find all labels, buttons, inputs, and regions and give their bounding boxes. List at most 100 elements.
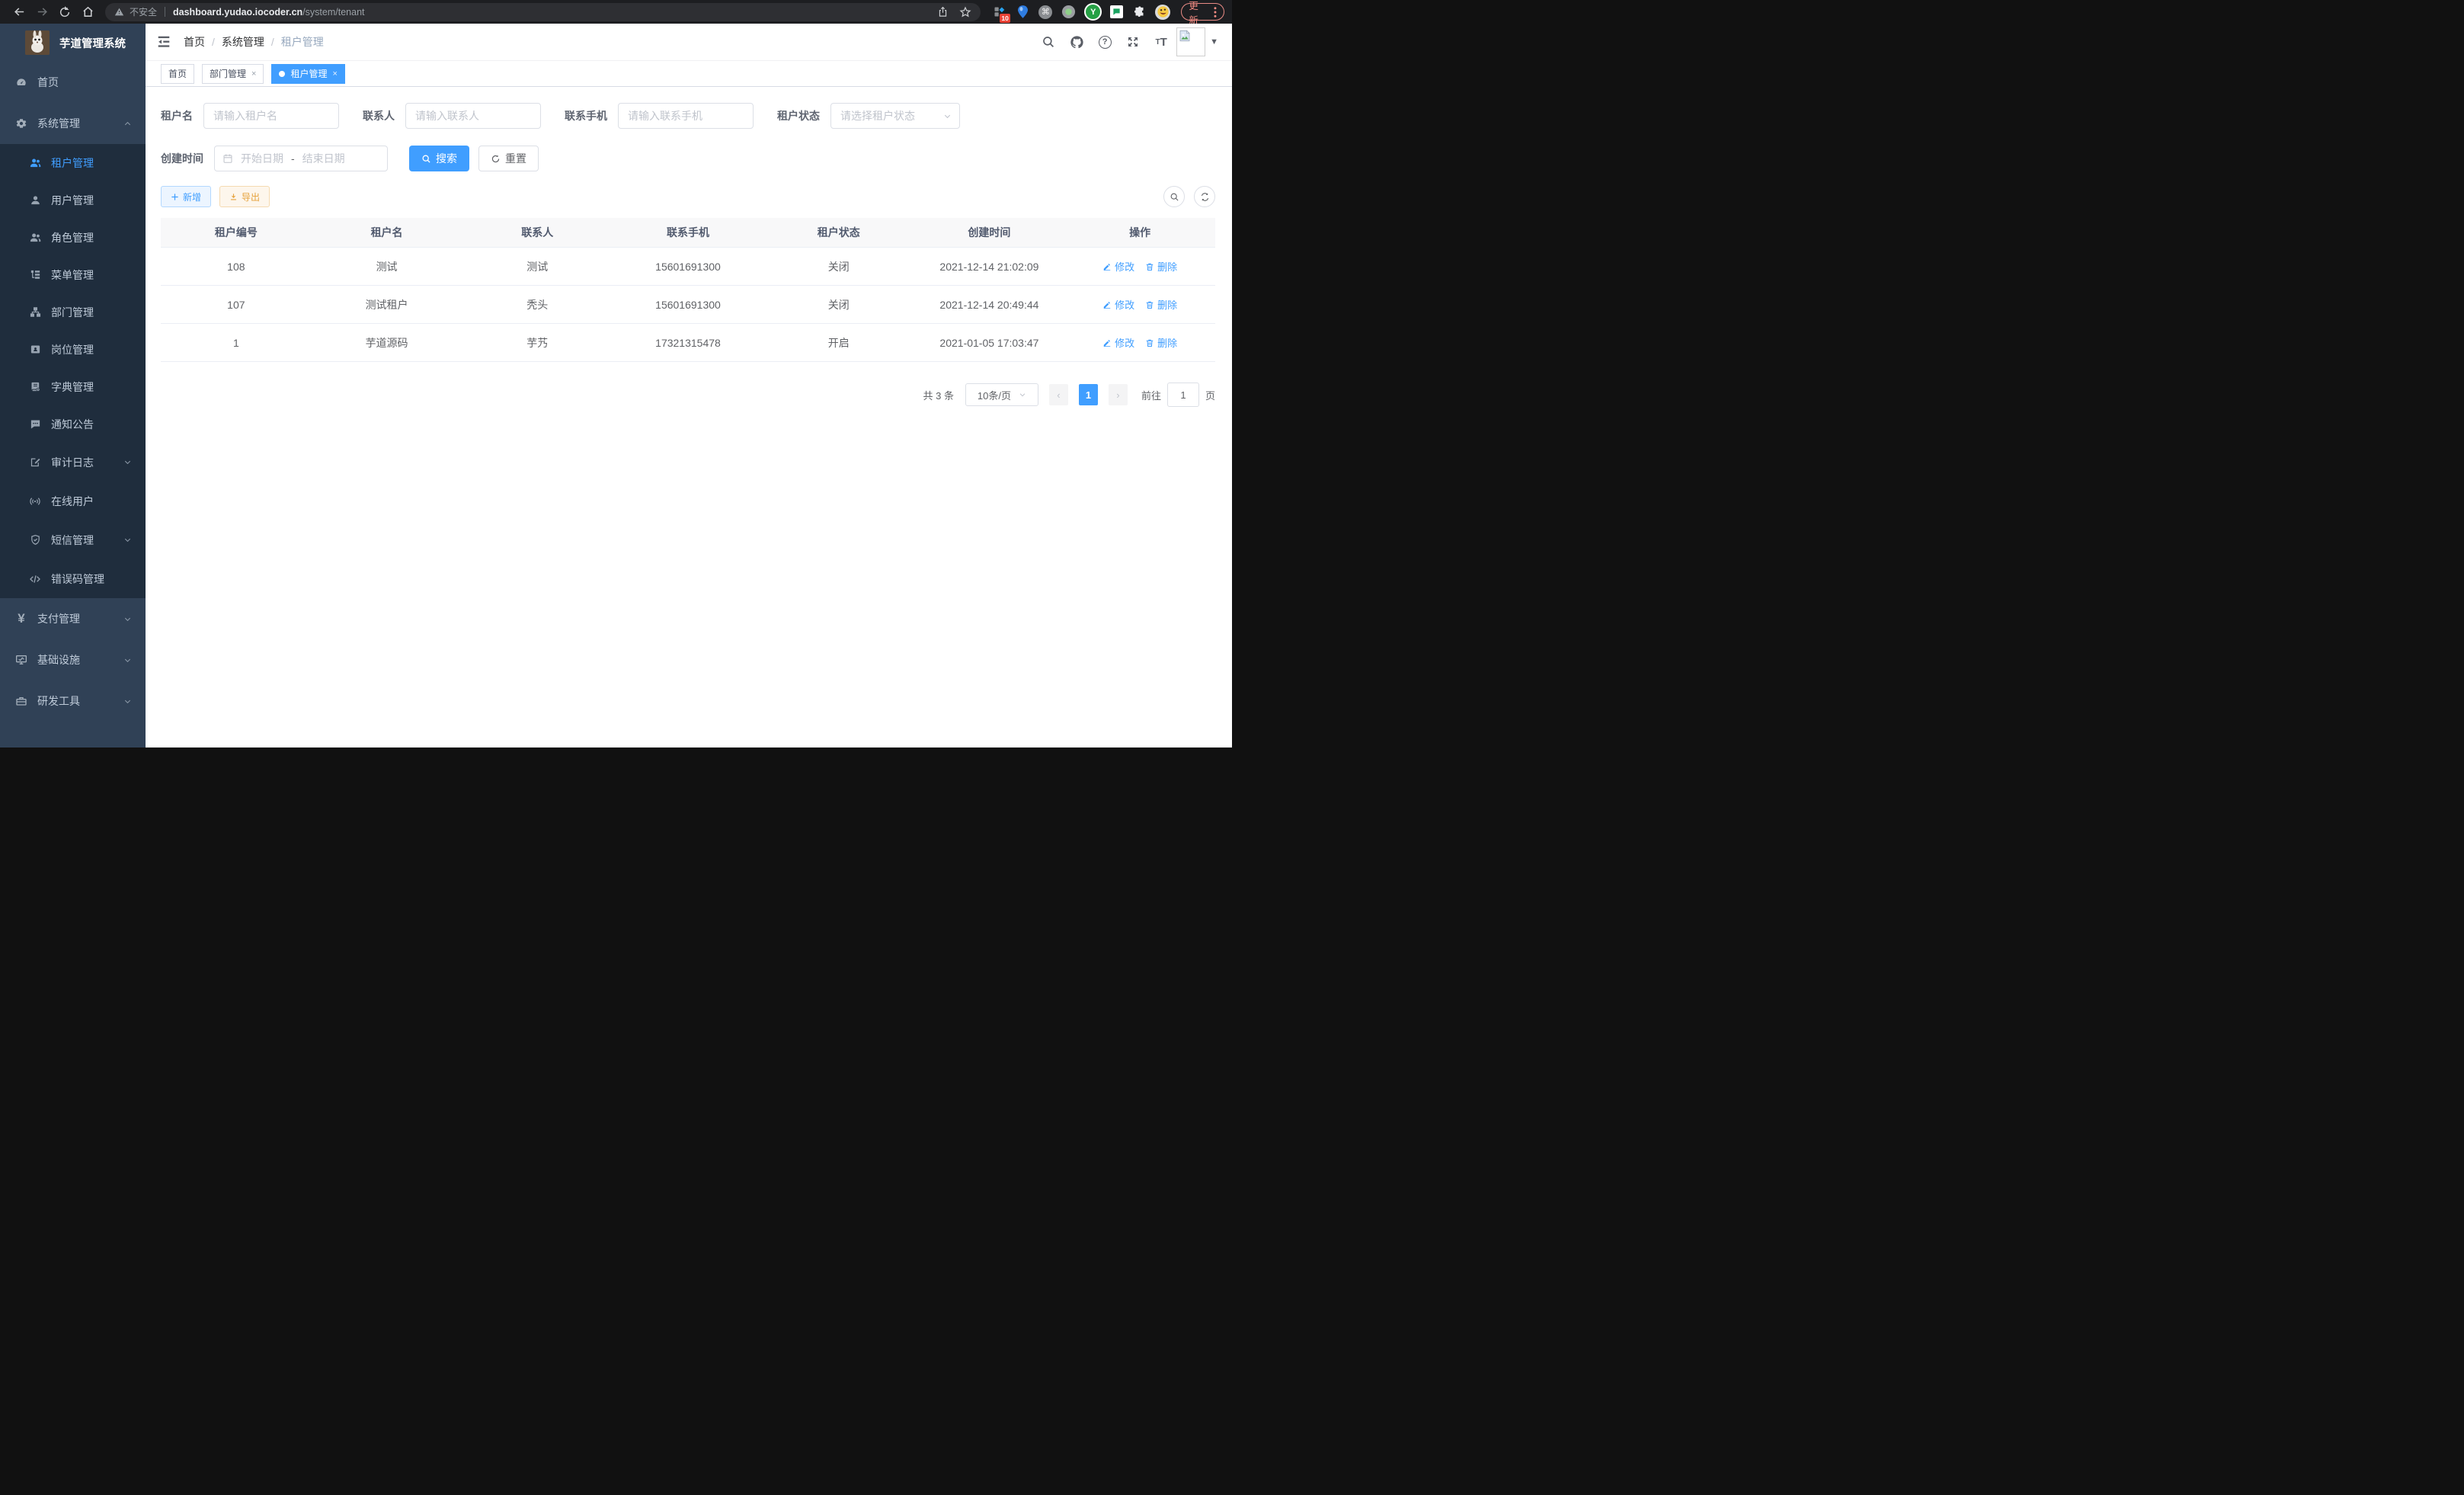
pencil-icon bbox=[1102, 300, 1112, 309]
breadcrumb-separator: / bbox=[212, 36, 215, 48]
forward-icon[interactable] bbox=[30, 3, 53, 21]
reload-icon[interactable] bbox=[53, 3, 76, 21]
user-avatar[interactable] bbox=[1176, 27, 1205, 56]
sidebar-item-infra[interactable]: 基础设施 bbox=[0, 639, 146, 680]
cell-phone: 15601691300 bbox=[613, 261, 763, 273]
sidebar-item-tenant[interactable]: 租户管理 bbox=[0, 144, 146, 181]
edit-link[interactable]: 修改 bbox=[1102, 335, 1134, 350]
breadcrumb-home[interactable]: 首页 bbox=[184, 34, 205, 50]
cell-status: 开启 bbox=[763, 335, 914, 351]
app-logo-row[interactable]: 芋道管理系统 bbox=[0, 24, 146, 62]
tag-tenant-active[interactable]: 租户管理 × bbox=[271, 64, 344, 84]
home-icon[interactable] bbox=[76, 3, 99, 21]
sidebar-item-online-users[interactable]: 在线用户 bbox=[0, 482, 146, 520]
sidebar-item-label: 菜单管理 bbox=[51, 267, 94, 283]
url-path[interactable]: /system/tenant bbox=[302, 7, 364, 18]
cell-contact: 秃头 bbox=[462, 297, 613, 312]
profile-avatar-icon[interactable] bbox=[1155, 5, 1170, 20]
sidebar-item-role[interactable]: 角色管理 bbox=[0, 219, 146, 256]
help-icon[interactable]: ? bbox=[1097, 34, 1112, 50]
collapse-sidebar-icon[interactable] bbox=[157, 36, 171, 48]
search-icon[interactable] bbox=[1041, 34, 1056, 50]
sidebar-item-payment[interactable]: ¥ 支付管理 bbox=[0, 598, 146, 639]
search-button[interactable]: 搜索 bbox=[409, 146, 469, 171]
tag-home[interactable]: 首页 bbox=[161, 64, 194, 84]
sidebar-item-dict[interactable]: 字典管理 bbox=[0, 368, 146, 405]
security-label[interactable]: 不安全 bbox=[130, 5, 157, 18]
date-range-input[interactable]: 开始日期 - 结束日期 bbox=[214, 146, 388, 171]
prev-page-button[interactable]: ‹ bbox=[1049, 384, 1068, 405]
filter-row-1: 租户名 联系人 联系手机 租户状态 请选择租户状态 bbox=[161, 103, 1215, 129]
share-icon[interactable] bbox=[937, 6, 949, 18]
page-size-select[interactable]: 10条/页 bbox=[965, 383, 1038, 406]
phone-label: 联系手机 bbox=[565, 108, 607, 123]
delete-link[interactable]: 删除 bbox=[1145, 335, 1177, 350]
extension-dot-icon[interactable] bbox=[1061, 5, 1076, 20]
status-select[interactable]: 请选择租户状态 bbox=[830, 103, 960, 129]
tenant-name-input[interactable] bbox=[203, 103, 339, 129]
sidebar-item-dept[interactable]: 部门管理 bbox=[0, 293, 146, 331]
refresh-icon bbox=[491, 154, 501, 164]
bookmark-star-icon[interactable] bbox=[959, 6, 971, 18]
goto-page-input[interactable] bbox=[1167, 383, 1199, 407]
font-size-icon[interactable]: TT bbox=[1154, 34, 1169, 50]
warning-icon[interactable] bbox=[114, 7, 124, 17]
sidebar-item-menu[interactable]: 菜单管理 bbox=[0, 256, 146, 293]
edit-link[interactable]: 修改 bbox=[1102, 259, 1134, 274]
chevron-down-icon bbox=[943, 112, 952, 120]
sidebar-item-user[interactable]: 用户管理 bbox=[0, 181, 146, 219]
reset-button[interactable]: 重置 bbox=[478, 146, 539, 171]
sidebar-item-errcode[interactable]: 错误码管理 bbox=[0, 559, 146, 598]
sidebar-item-devtools[interactable]: 研发工具 bbox=[0, 680, 146, 722]
delete-link[interactable]: 删除 bbox=[1145, 297, 1177, 312]
sidebar-item-home[interactable]: 首页 bbox=[0, 62, 146, 103]
breadcrumb-separator: / bbox=[271, 36, 274, 48]
github-icon[interactable] bbox=[1069, 34, 1084, 50]
col-header: 租户编号 bbox=[161, 225, 312, 240]
breadcrumb-system[interactable]: 系统管理 bbox=[222, 34, 264, 50]
export-button[interactable]: 导出 bbox=[219, 186, 270, 207]
org-tree-icon bbox=[29, 306, 41, 319]
extension-drop-icon[interactable] bbox=[1015, 5, 1030, 20]
cell-id: 1 bbox=[161, 337, 312, 349]
page-number-active[interactable]: 1 bbox=[1079, 384, 1098, 405]
tree-list-icon bbox=[29, 269, 41, 281]
sidebar-item-post[interactable]: 岗位管理 bbox=[0, 331, 146, 368]
phone-input[interactable] bbox=[618, 103, 754, 129]
close-icon[interactable]: × bbox=[332, 69, 337, 78]
add-button[interactable]: 新增 bbox=[161, 186, 211, 207]
address-bar[interactable]: 不安全 dashboard.yudao.iocoder.cn/system/te… bbox=[105, 3, 981, 21]
close-icon[interactable]: × bbox=[251, 69, 256, 78]
tag-dept[interactable]: 部门管理 × bbox=[202, 64, 264, 84]
col-header: 创建时间 bbox=[914, 225, 1065, 240]
plus-icon bbox=[171, 193, 179, 201]
refresh-table-button[interactable] bbox=[1194, 186, 1215, 207]
sidebar-item-audit-log[interactable]: 审计日志 bbox=[0, 443, 146, 482]
back-icon[interactable] bbox=[8, 3, 30, 21]
browser-update-button[interactable]: 更新 bbox=[1181, 3, 1224, 21]
extension-puzzle-icon[interactable] bbox=[1131, 5, 1147, 20]
extension-chat-icon[interactable] bbox=[1110, 5, 1123, 18]
next-page-button[interactable]: › bbox=[1109, 384, 1128, 405]
sidebar-item-label: 字典管理 bbox=[51, 379, 94, 395]
url-host[interactable]: dashboard.yudao.iocoder.cn bbox=[173, 7, 302, 18]
pencil-icon bbox=[1102, 262, 1112, 271]
extension-cmd-icon[interactable]: ⌘ bbox=[1038, 5, 1052, 19]
status-label: 租户状态 bbox=[777, 108, 820, 123]
sidebar-item-notice[interactable]: 通知公告 bbox=[0, 405, 146, 443]
edit-link[interactable]: 修改 bbox=[1102, 297, 1134, 312]
toggle-search-button[interactable] bbox=[1163, 186, 1185, 207]
table-row: 1 芋道源码 芋艿 17321315478 开启 2021-01-05 17:0… bbox=[161, 324, 1215, 362]
cell-created: 2021-01-05 17:03:47 bbox=[914, 337, 1065, 349]
extension-y-icon[interactable]: Y bbox=[1084, 3, 1102, 21]
delete-link[interactable]: 删除 bbox=[1145, 259, 1177, 274]
yen-icon: ¥ bbox=[15, 613, 27, 625]
shield-icon bbox=[29, 534, 41, 546]
sidebar-item-sms[interactable]: 短信管理 bbox=[0, 520, 146, 559]
sidebar-item-system[interactable]: 系统管理 bbox=[0, 103, 146, 144]
avatar-caret-icon[interactable]: ▼ bbox=[1210, 37, 1218, 46]
contact-input[interactable] bbox=[405, 103, 541, 129]
extension-grid-icon[interactable]: 10 bbox=[991, 5, 1006, 20]
fullscreen-icon[interactable] bbox=[1125, 34, 1141, 50]
reset-button-label: 重置 bbox=[505, 151, 526, 166]
